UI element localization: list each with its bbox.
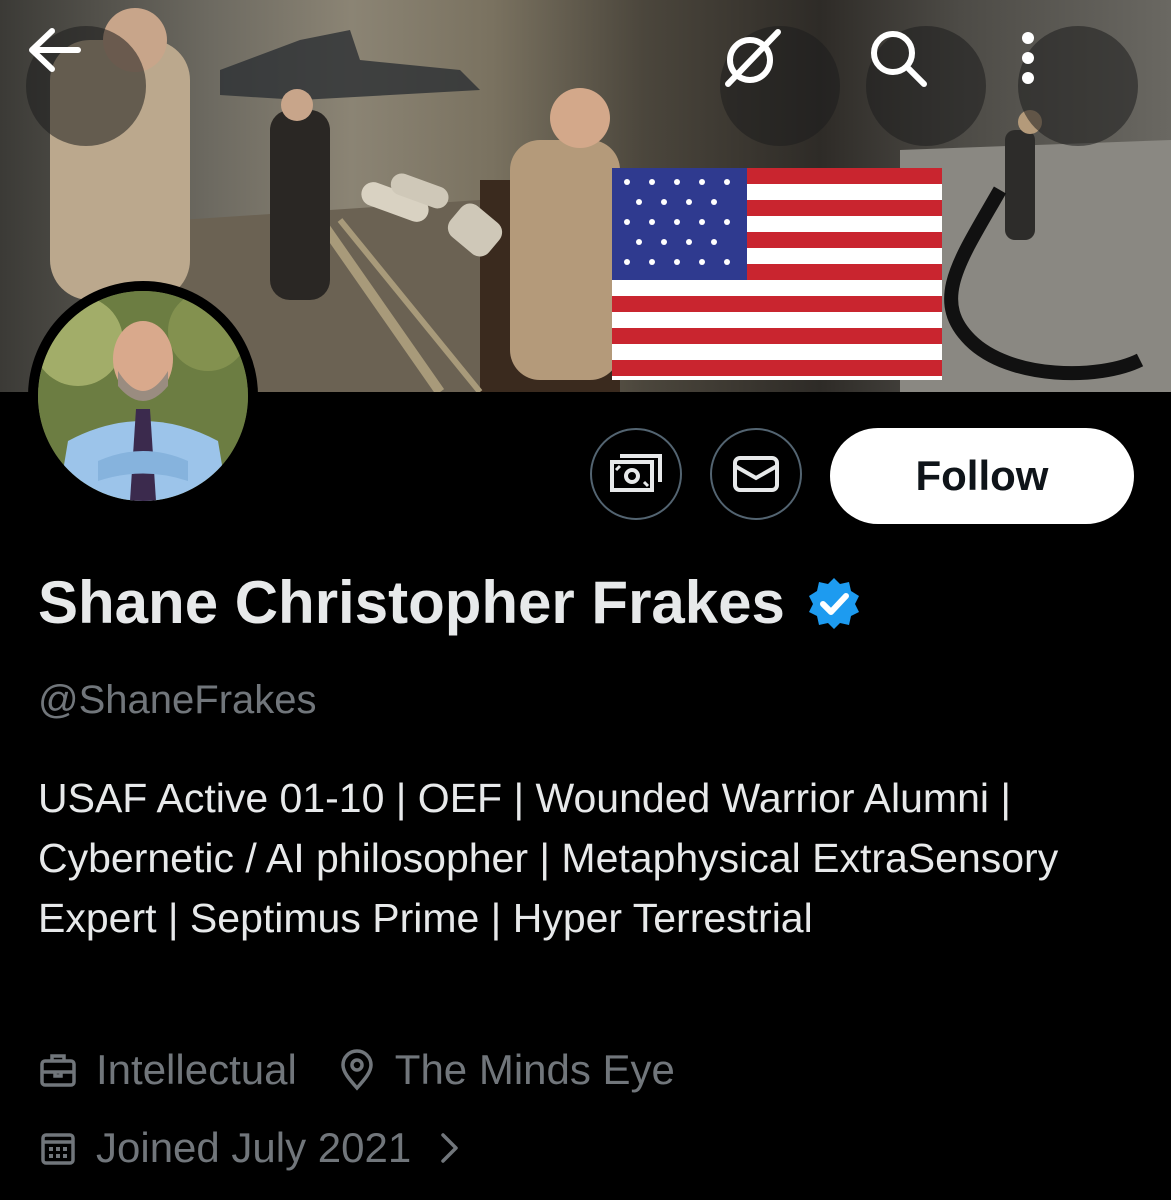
- joined-row[interactable]: Joined July 2021: [38, 1124, 479, 1172]
- more-vertical-icon: [1022, 32, 1034, 84]
- joined-text: Joined July 2021: [96, 1124, 412, 1171]
- profession-item: Intellectual: [38, 1046, 297, 1094]
- more-button[interactable]: [1018, 26, 1138, 146]
- profession-text: Intellectual: [96, 1046, 297, 1093]
- grok-button[interactable]: [720, 26, 840, 146]
- follow-button[interactable]: Follow: [830, 428, 1134, 524]
- verified-badge-icon[interactable]: [807, 576, 861, 630]
- tip-button[interactable]: [590, 428, 682, 520]
- avatar-photo: [38, 291, 248, 501]
- search-button[interactable]: [866, 26, 986, 146]
- joined-item[interactable]: Joined July 2021: [38, 1124, 479, 1172]
- back-button[interactable]: [26, 26, 146, 146]
- location-text: The Minds Eye: [394, 1046, 675, 1093]
- arrow-left-icon: [29, 28, 81, 72]
- grok-icon: [725, 29, 781, 87]
- display-name-row: Shane Christopher Frakes: [38, 568, 861, 637]
- message-button[interactable]: [710, 428, 802, 520]
- location-item: The Minds Eye: [337, 1046, 675, 1094]
- calendar-icon: [41, 1133, 75, 1165]
- briefcase-icon: [40, 1054, 76, 1087]
- profile-avatar[interactable]: [28, 281, 258, 511]
- user-handle: @ShaneFrakes: [38, 678, 317, 722]
- search-icon: [871, 31, 927, 87]
- money-icon: [610, 454, 662, 492]
- location-pin-icon: [341, 1049, 373, 1091]
- profile-bio: USAF Active 01-10 | OEF | Wounded Warrio…: [38, 775, 1059, 941]
- chevron-right-icon: [441, 1133, 458, 1163]
- profile-meta-row: Intellectual The Minds Eye: [38, 1046, 675, 1094]
- display-name: Shane Christopher Frakes: [38, 569, 785, 636]
- envelope-icon: [733, 456, 779, 492]
